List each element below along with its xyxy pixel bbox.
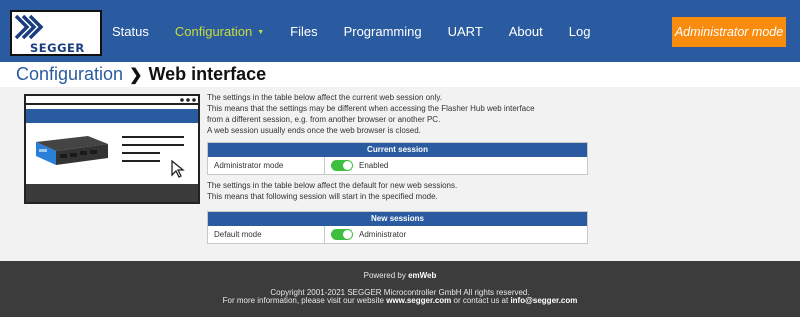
powered-by-prefix: Powered by <box>363 271 409 280</box>
administrator-mode-toggle[interactable] <box>331 160 353 171</box>
nav-files[interactable]: Files <box>290 24 317 39</box>
nav-status[interactable]: Status <box>112 24 149 39</box>
nav-about[interactable]: About <box>509 24 543 39</box>
breadcrumb: Configuration ❯ Web interface <box>0 62 800 87</box>
website-link[interactable]: www.segger.com <box>386 296 451 305</box>
web-interface-illustration <box>24 94 200 204</box>
default-line: The settings in the table below affect t… <box>207 181 458 190</box>
administrator-mode-button[interactable]: Administrator mode <box>672 17 786 47</box>
breadcrumb-parent[interactable]: Configuration <box>16 64 123 85</box>
new-sessions-table: New sessions Default mode Administrator <box>207 211 588 244</box>
nav-configuration-label: Configuration <box>174 23 253 39</box>
nav-uart[interactable]: UART <box>448 24 483 39</box>
logo-text: SEGGER <box>30 41 85 55</box>
info-middle: or contact us at <box>451 296 511 305</box>
administrator-mode-value: Enabled <box>325 160 587 171</box>
intro-line: from a different session, e.g. from anot… <box>207 115 441 124</box>
segger-logo[interactable]: SEGGER <box>10 10 102 56</box>
table-row: Default mode Administrator <box>208 226 587 243</box>
current-session-title: Current session <box>208 143 587 157</box>
segger-logo-chevrons-icon <box>14 14 44 40</box>
intro-line: A web session usually ends once the web … <box>207 126 421 135</box>
administrator-mode-status: Enabled <box>359 161 389 170</box>
nav-programming[interactable]: Programming <box>344 24 422 39</box>
default-line: This means that following session will s… <box>207 192 438 201</box>
default-mode-value: Administrator <box>325 229 587 240</box>
chevron-right-icon: ❯ <box>129 66 143 84</box>
intro-line: The settings in the table below affect t… <box>207 93 442 102</box>
default-mode-toggle[interactable] <box>331 229 353 240</box>
new-sessions-title: New sessions <box>208 212 587 226</box>
nav-configuration[interactable]: Configuration ▼ <box>175 24 264 39</box>
contact-info: For more information, please visit our w… <box>0 296 800 305</box>
chevron-down-icon: ▼ <box>257 28 265 36</box>
page-title: Web interface <box>148 64 267 84</box>
default-mode-label: Default mode <box>208 226 325 243</box>
footer: Powered by emWeb Copyright 2001-2021 SEG… <box>0 261 800 317</box>
nav-log[interactable]: Log <box>569 24 591 39</box>
info-prefix: For more information, please visit our w… <box>222 296 387 305</box>
main-nav: Status Configuration ▼ Files Programming … <box>112 0 616 62</box>
top-navigation-bar: SEGGER Status Configuration ▼ Files Progr… <box>0 0 800 62</box>
intro-line: This means that the settings may be diff… <box>207 104 535 113</box>
main-content: The settings in the table below affect t… <box>207 92 589 244</box>
powered-by-brand: emWeb <box>408 271 437 280</box>
administrator-mode-label: Administrator mode <box>208 157 325 174</box>
table-row: Administrator mode Enabled <box>208 157 587 174</box>
current-session-table: Current session Administrator mode Enabl… <box>207 142 588 175</box>
email-link[interactable]: info@segger.com <box>510 296 577 305</box>
powered-by: Powered by emWeb <box>0 271 800 280</box>
default-mode-status: Administrator <box>359 230 407 239</box>
